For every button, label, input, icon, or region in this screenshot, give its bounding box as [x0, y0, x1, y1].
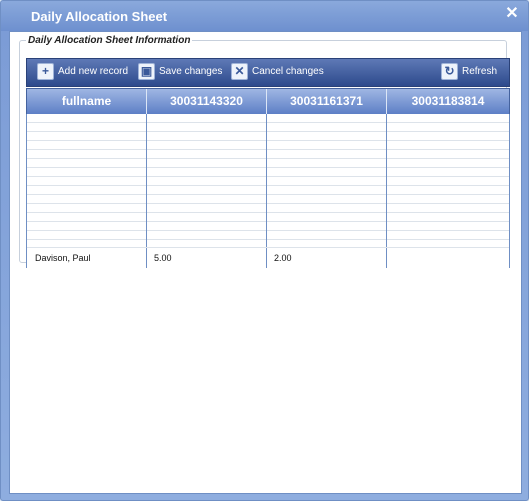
- column-divider: [386, 248, 387, 268]
- refresh-icon: ↻: [441, 63, 458, 80]
- column-header-fullname[interactable]: fullname: [27, 89, 147, 114]
- dialog-window: Daily Allocation Sheet ✕ Daily Allocatio…: [0, 0, 529, 501]
- cancel-changes-label: Cancel changes: [252, 66, 324, 78]
- title-bar[interactable]: Daily Allocation Sheet ✕: [1, 1, 528, 31]
- save-changes-button[interactable]: ▣ Save changes: [138, 63, 222, 81]
- column-divider: [386, 114, 387, 267]
- refresh-button[interactable]: ↻ Refresh: [441, 63, 497, 81]
- refresh-label: Refresh: [462, 66, 498, 78]
- table-row[interactable]: Davison, Paul 5.00 2.00: [27, 247, 509, 268]
- add-record-button[interactable]: + Add new record: [37, 63, 128, 81]
- grid-toolbar: + Add new record ▣ Save changes ✕ Cancel ch…: [26, 58, 510, 87]
- grid-body: Davison, Paul 5.00 2.00: [26, 114, 510, 268]
- disk-icon: ▣: [138, 63, 155, 80]
- save-changes-label: Save changes: [159, 66, 223, 78]
- column-divider: [266, 248, 267, 268]
- close-icon[interactable]: ✕: [504, 6, 520, 22]
- column-divider: [146, 248, 147, 268]
- add-record-label: Add new record: [58, 66, 129, 78]
- x-icon: ✕: [231, 63, 248, 80]
- column-header-30031161371[interactable]: 30031161371: [267, 89, 387, 114]
- column-header-30031183814[interactable]: 30031183814: [387, 89, 509, 114]
- cell-30031143320[interactable]: 5.00: [154, 248, 172, 268]
- cell-fullname[interactable]: Davison, Paul: [35, 248, 91, 268]
- grid-header: fullname 30031143320 30031161371 3003118…: [26, 88, 510, 115]
- info-fieldset: Daily Allocation Sheet Information + Add …: [19, 35, 510, 268]
- plus-icon: +: [37, 63, 54, 80]
- column-divider: [266, 114, 267, 267]
- window-title: Daily Allocation Sheet: [31, 9, 168, 24]
- column-divider: [146, 114, 147, 267]
- cell-30031161371[interactable]: 2.00: [274, 248, 292, 268]
- dialog-content: Daily Allocation Sheet Information + Add …: [9, 31, 522, 494]
- cancel-changes-button[interactable]: ✕ Cancel changes: [231, 63, 324, 81]
- column-header-30031143320[interactable]: 30031143320: [147, 89, 267, 114]
- fieldset-legend: Daily Allocation Sheet Information: [28, 35, 191, 46]
